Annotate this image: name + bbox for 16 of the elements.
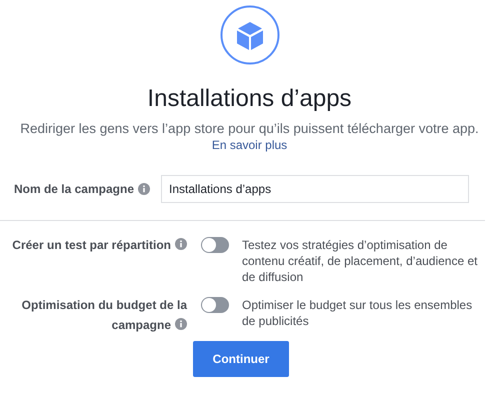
page-title: Installations d’apps bbox=[147, 85, 352, 113]
info-icon[interactable] bbox=[175, 318, 187, 330]
info-icon[interactable] bbox=[175, 238, 187, 250]
learn-more-link[interactable]: En savoir plus bbox=[212, 138, 288, 153]
option-label: Créer un test par répartition bbox=[7, 235, 187, 255]
campaign-name-field[interactable]: Installations d’apps bbox=[161, 175, 469, 203]
toggle-switch[interactable] bbox=[201, 237, 229, 253]
option-description: Optimiser le budget sur tous les ensembles de publicités bbox=[242, 297, 474, 329]
cube-icon bbox=[220, 5, 280, 65]
field-label: Nom de la campagne bbox=[14, 181, 134, 198]
continue-button[interactable]: Continuer bbox=[193, 341, 289, 377]
toggle-switch[interactable] bbox=[201, 297, 229, 313]
info-icon[interactable] bbox=[138, 183, 150, 195]
page-description: Rediriger les gens vers l’app store pour qu’ils puissent télécharger votre app. bbox=[20, 121, 479, 137]
option-label: Optimisation du budget de la campagne bbox=[20, 297, 187, 334]
option-description: Testez vos stratégies d’optimisation de contenu créatif, de placement, d’audience et de diffusion bbox=[242, 237, 478, 285]
